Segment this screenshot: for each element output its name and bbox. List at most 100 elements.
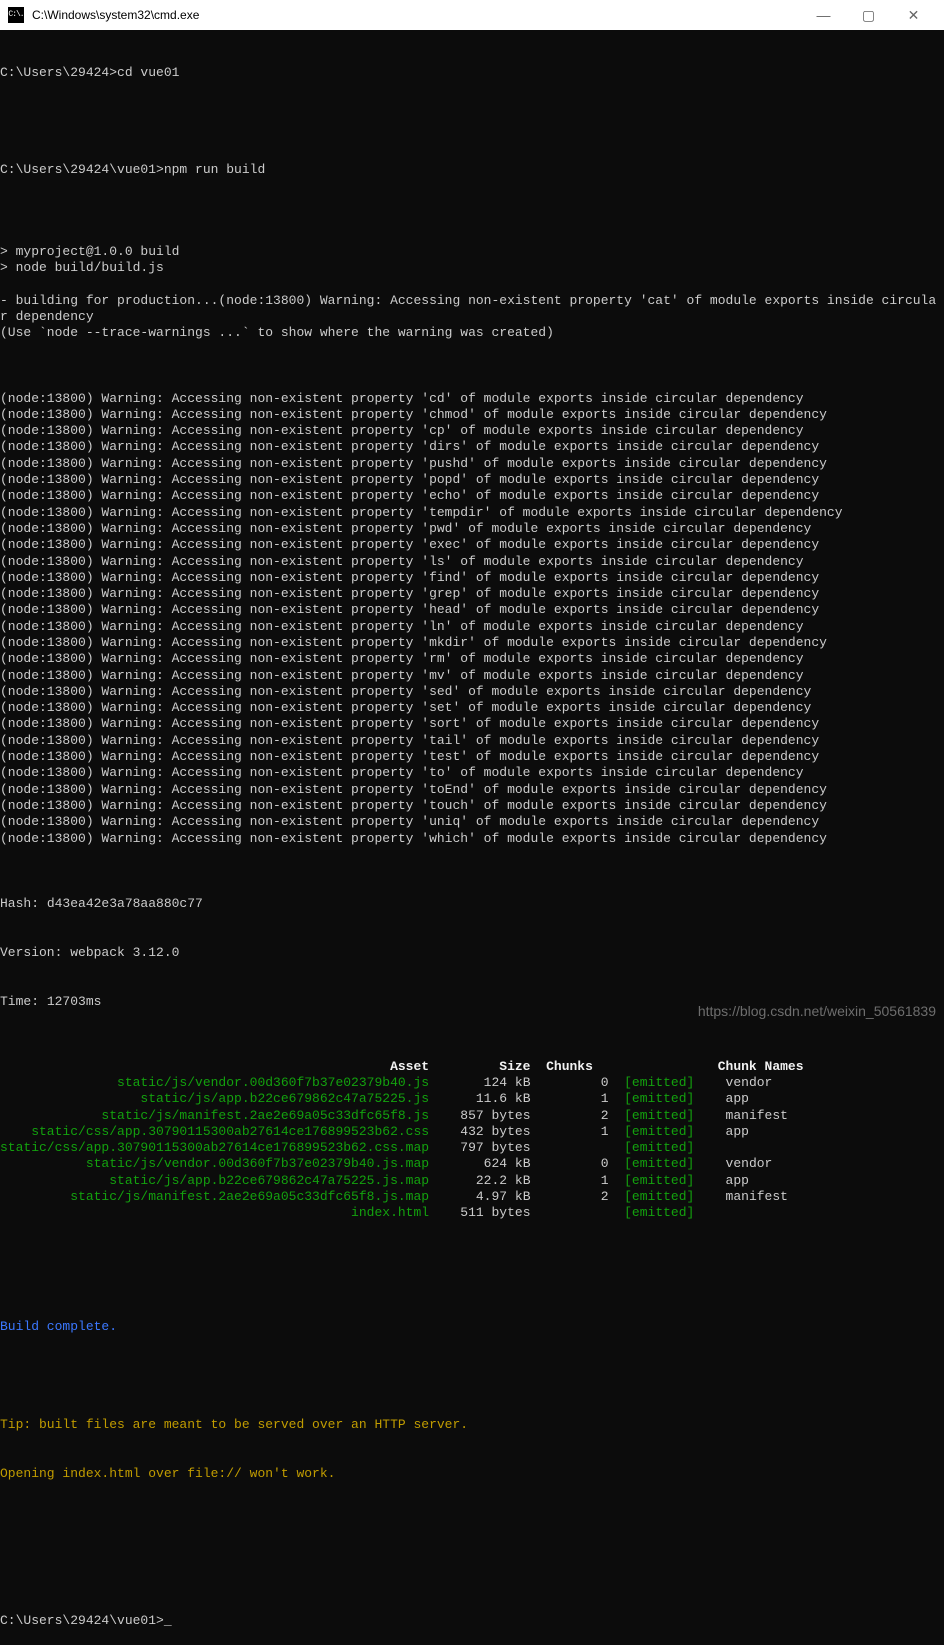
table-row: static/js/vendor.00d360f7b37e02379b40.js… bbox=[0, 1156, 944, 1172]
warning-line: (node:13800) Warning: Accessing non-exis… bbox=[0, 570, 944, 586]
warning-line: (node:13800) Warning: Accessing non-exis… bbox=[0, 488, 944, 504]
asset-emitted: [emitted] bbox=[609, 1156, 710, 1171]
asset-chunks: 1 bbox=[531, 1091, 609, 1106]
build-complete: Build complete. bbox=[0, 1319, 117, 1334]
version-label: Version: bbox=[0, 945, 70, 960]
asset-name: static/js/manifest.2ae2e69a05c33dfc65f8.… bbox=[0, 1189, 429, 1204]
warning-line: (node:13800) Warning: Accessing non-exis… bbox=[0, 814, 944, 830]
warning-line: (node:13800) Warning: Accessing non-exis… bbox=[0, 391, 944, 407]
asset-chunk-names bbox=[710, 1205, 726, 1220]
asset-chunks: 2 bbox=[531, 1108, 609, 1123]
table-row: static/js/manifest.2ae2e69a05c33dfc65f8.… bbox=[0, 1108, 944, 1124]
asset-emitted: [emitted] bbox=[609, 1173, 710, 1188]
asset-size: 511 bytes bbox=[429, 1205, 530, 1220]
warning-line: (node:13800) Warning: Accessing non-exis… bbox=[0, 619, 944, 635]
terminal-output[interactable]: C:\Users\29424>cd vue01 C:\Users\29424\v… bbox=[0, 30, 944, 1645]
output-line: - building for production...(node:13800)… bbox=[0, 293, 944, 309]
warning-line: (node:13800) Warning: Accessing non-exis… bbox=[0, 554, 944, 570]
asset-chunk-names: app bbox=[710, 1091, 749, 1106]
asset-chunk-names: vendor bbox=[710, 1156, 772, 1171]
output-line: (Use `node --trace-warnings ...` to show… bbox=[0, 325, 944, 341]
warning-line: (node:13800) Warning: Accessing non-exis… bbox=[0, 765, 944, 781]
warning-line: (node:13800) Warning: Accessing non-exis… bbox=[0, 423, 944, 439]
prebuild-lines: > myproject@1.0.0 build> node build/buil… bbox=[0, 228, 944, 342]
watermark: https://blog.csdn.net/weixin_50561839 bbox=[698, 1003, 936, 1019]
version-value: webpack 3.12.0 bbox=[70, 945, 179, 960]
warning-line: (node:13800) Warning: Accessing non-exis… bbox=[0, 635, 944, 651]
asset-size: 4.97 kB bbox=[429, 1189, 530, 1204]
asset-name: static/js/app.b22ce679862c47a75225.js bbox=[0, 1091, 429, 1106]
asset-size: 124 kB bbox=[429, 1075, 530, 1090]
table-row: index.html 511 bytes [emitted] bbox=[0, 1205, 944, 1221]
asset-name: static/js/manifest.2ae2e69a05c33dfc65f8.… bbox=[0, 1108, 429, 1123]
asset-chunks: 0 bbox=[531, 1156, 609, 1171]
asset-emitted: [emitted] bbox=[609, 1189, 710, 1204]
asset-size: 432 bytes bbox=[429, 1124, 530, 1139]
warning-line: (node:13800) Warning: Accessing non-exis… bbox=[0, 782, 944, 798]
warning-line: (node:13800) Warning: Accessing non-exis… bbox=[0, 700, 944, 716]
prompt-path: C:\Users\29424> bbox=[0, 65, 117, 80]
warning-line: (node:13800) Warning: Accessing non-exis… bbox=[0, 798, 944, 814]
asset-size: 11.6 kB bbox=[429, 1091, 530, 1106]
warning-line: (node:13800) Warning: Accessing non-exis… bbox=[0, 521, 944, 537]
maximize-button[interactable]: ▢ bbox=[846, 0, 891, 30]
table-row: static/css/app.30790115300ab27614ce17689… bbox=[0, 1124, 944, 1140]
warning-line: (node:13800) Warning: Accessing non-exis… bbox=[0, 537, 944, 553]
asset-name: static/js/vendor.00d360f7b37e02379b40.js… bbox=[0, 1156, 429, 1171]
cmd-icon: C:\. bbox=[8, 7, 24, 23]
asset-chunks bbox=[531, 1205, 609, 1220]
asset-size: 797 bytes bbox=[429, 1140, 530, 1155]
asset-chunk-names: manifest bbox=[710, 1108, 788, 1123]
hash-value: d43ea42e3a78aa880c77 bbox=[47, 896, 203, 911]
window-titlebar: C:\. C:\Windows\system32\cmd.exe — ▢ ✕ bbox=[0, 0, 944, 30]
window-title: C:\Windows\system32\cmd.exe bbox=[32, 8, 801, 22]
assets-table: Asset Size Chunks Chunk Names static/js/… bbox=[0, 1059, 944, 1222]
table-row: static/js/app.b22ce679862c47a75225.js 11… bbox=[0, 1091, 944, 1107]
warning-line: (node:13800) Warning: Accessing non-exis… bbox=[0, 602, 944, 618]
prompt-cmd: npm run build bbox=[164, 162, 265, 177]
warning-line: (node:13800) Warning: Accessing non-exis… bbox=[0, 716, 944, 732]
warning-line: (node:13800) Warning: Accessing non-exis… bbox=[0, 831, 944, 847]
asset-chunk-names: vendor bbox=[710, 1075, 772, 1090]
asset-size: 22.2 kB bbox=[429, 1173, 530, 1188]
asset-emitted: [emitted] bbox=[609, 1091, 710, 1106]
tip-line: Opening index.html over file:// won't wo… bbox=[0, 1466, 335, 1481]
warning-line: (node:13800) Warning: Accessing non-exis… bbox=[0, 456, 944, 472]
warning-line: (node:13800) Warning: Accessing non-exis… bbox=[0, 651, 944, 667]
warning-line: (node:13800) Warning: Accessing non-exis… bbox=[0, 439, 944, 455]
asset-chunks: 2 bbox=[531, 1189, 609, 1204]
asset-size: 624 kB bbox=[429, 1156, 530, 1171]
minimize-button[interactable]: — bbox=[801, 0, 846, 30]
warning-line: (node:13800) Warning: Accessing non-exis… bbox=[0, 407, 944, 423]
asset-emitted: [emitted] bbox=[609, 1205, 710, 1220]
output-line: > node build/build.js bbox=[0, 260, 944, 276]
asset-emitted: [emitted] bbox=[609, 1140, 710, 1155]
warning-line: (node:13800) Warning: Accessing non-exis… bbox=[0, 668, 944, 684]
table-header: Asset Size Chunks Chunk Names bbox=[0, 1059, 944, 1075]
warning-line: (node:13800) Warning: Accessing non-exis… bbox=[0, 586, 944, 602]
table-row: static/js/vendor.00d360f7b37e02379b40.js… bbox=[0, 1075, 944, 1091]
hash-label: Hash: bbox=[0, 896, 47, 911]
asset-chunks bbox=[531, 1140, 609, 1155]
asset-chunks: 1 bbox=[531, 1173, 609, 1188]
asset-chunks: 1 bbox=[531, 1124, 609, 1139]
asset-chunk-names bbox=[710, 1140, 726, 1155]
warning-line: (node:13800) Warning: Accessing non-exis… bbox=[0, 472, 944, 488]
output-line bbox=[0, 276, 944, 292]
table-row: static/js/manifest.2ae2e69a05c33dfc65f8.… bbox=[0, 1189, 944, 1205]
time-value: 12703ms bbox=[47, 994, 102, 1009]
asset-name: static/css/app.30790115300ab27614ce17689… bbox=[0, 1140, 429, 1155]
warning-line: (node:13800) Warning: Accessing non-exis… bbox=[0, 733, 944, 749]
time-label: Time: bbox=[0, 994, 47, 1009]
table-row: static/css/app.30790115300ab27614ce17689… bbox=[0, 1140, 944, 1156]
close-button[interactable]: ✕ bbox=[891, 0, 936, 30]
asset-name: index.html bbox=[0, 1205, 429, 1220]
asset-emitted: [emitted] bbox=[609, 1124, 710, 1139]
asset-name: static/css/app.30790115300ab27614ce17689… bbox=[0, 1124, 429, 1139]
asset-emitted: [emitted] bbox=[609, 1108, 710, 1123]
asset-name: static/js/app.b22ce679862c47a75225.js.ma… bbox=[0, 1173, 429, 1188]
output-line: > myproject@1.0.0 build bbox=[0, 244, 944, 260]
asset-size: 857 bytes bbox=[429, 1108, 530, 1123]
asset-name: static/js/vendor.00d360f7b37e02379b40.js bbox=[0, 1075, 429, 1090]
output-line: r dependency bbox=[0, 309, 944, 325]
